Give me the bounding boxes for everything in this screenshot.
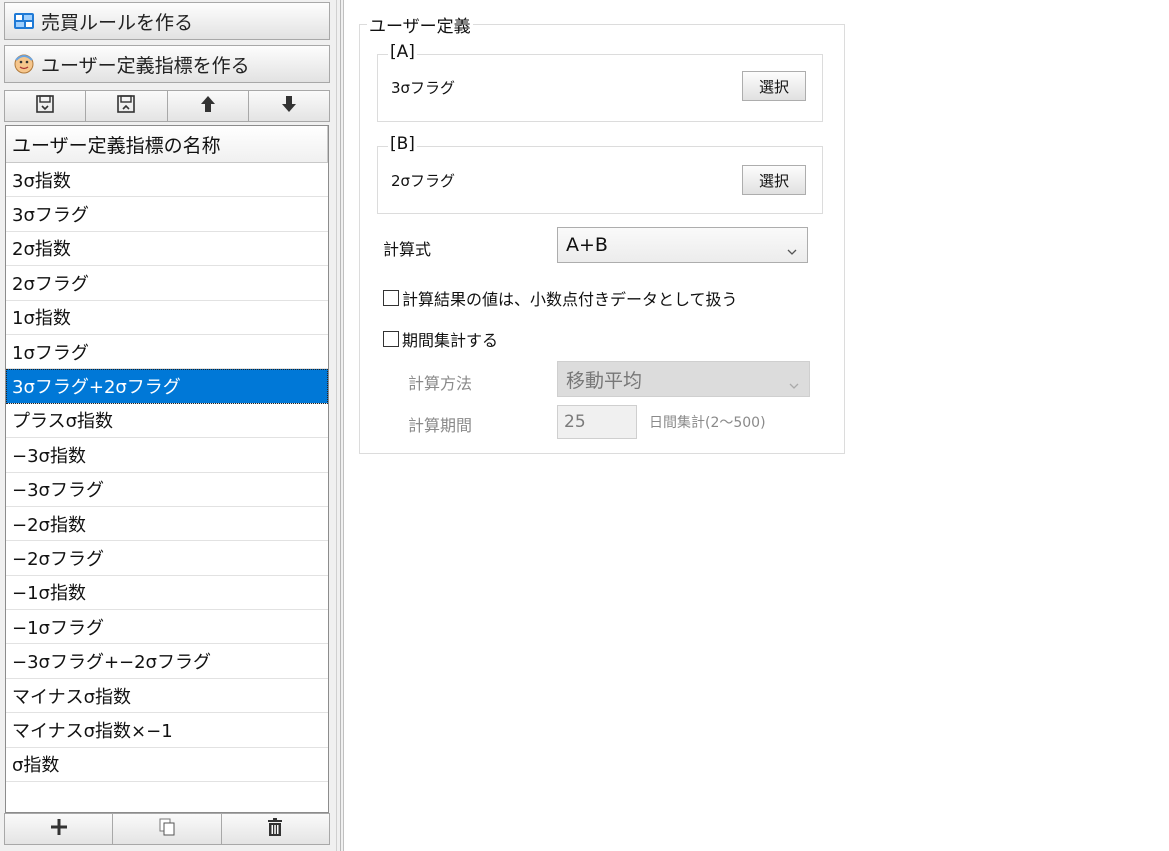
create-trade-rules-label: 売買ルールを作る bbox=[41, 11, 194, 34]
panel-splitter[interactable] bbox=[336, 0, 344, 851]
list-header[interactable]: ユーザー定義指標の名称 bbox=[6, 126, 328, 163]
period-checkbox[interactable] bbox=[383, 331, 399, 347]
select-a-button[interactable]: 選択 bbox=[742, 71, 806, 101]
formula-label: 計算式 bbox=[383, 240, 432, 259]
formula-dropdown[interactable]: A+B bbox=[557, 227, 808, 263]
group-b-legend: [B] bbox=[388, 134, 417, 154]
list-item[interactable]: 1σ指数 bbox=[6, 301, 328, 335]
list-rows: 3σ指数 3σフラグ 2σ指数 2σフラグ 1σ指数 1σフラグ 3σフラグ+2σフラグ プラ… bbox=[6, 163, 328, 783]
list-item[interactable]: σ指数 bbox=[6, 748, 328, 783]
left-panel: 売買ルールを作る ユーザー定義指標を作る ユーザー定義指標の名称 3σ指数 3σ… bbox=[0, 0, 336, 851]
list-item[interactable]: 1σフラグ bbox=[6, 335, 328, 370]
list-item[interactable]: −2σ指数 bbox=[6, 507, 328, 542]
list-item[interactable]: −3σ指数 bbox=[6, 438, 328, 473]
arrow-down-icon bbox=[278, 93, 300, 120]
calc-method-value: 移動平均 bbox=[566, 369, 643, 392]
list-item[interactable]: −1σ指数 bbox=[6, 576, 328, 611]
calc-method-label: 計算方法 bbox=[408, 374, 473, 393]
calc-period-input[interactable]: 25 bbox=[557, 405, 637, 439]
chevron-down-icon bbox=[787, 240, 797, 255]
create-user-indicator-label: ユーザー定義指標を作る bbox=[41, 54, 250, 77]
save-button[interactable] bbox=[5, 91, 87, 121]
list-toolbar bbox=[4, 90, 330, 122]
user-face-icon bbox=[13, 53, 35, 75]
decimal-checkbox-row[interactable]: 計算結果の値は、小数点付きデータとして扱う bbox=[383, 286, 738, 310]
list-item[interactable]: −3σフラグ+−2σフラグ bbox=[6, 644, 328, 679]
period-checkbox-row[interactable]: 期間集計する bbox=[383, 327, 498, 351]
decimal-checkbox-label: 計算結果の値は、小数点付きデータとして扱う bbox=[402, 290, 738, 309]
group-a-value: 3σフラグ bbox=[391, 79, 456, 97]
plus-icon bbox=[48, 816, 70, 843]
group-b-value: 2σフラグ bbox=[391, 172, 456, 190]
list-item[interactable]: −1σフラグ bbox=[6, 610, 328, 645]
list-action-toolbar bbox=[4, 813, 330, 845]
chevron-down-icon bbox=[789, 374, 799, 389]
copy-button[interactable] bbox=[113, 814, 222, 844]
formula-value: A+B bbox=[566, 234, 608, 256]
list-item[interactable]: 3σフラグ bbox=[6, 197, 328, 232]
trash-icon bbox=[264, 816, 286, 843]
save-icon bbox=[34, 93, 56, 120]
delete-button[interactable] bbox=[222, 814, 329, 844]
copy-icon bbox=[156, 816, 178, 843]
user-definition-legend: ユーザー定義 bbox=[367, 12, 473, 37]
right-panel: ユーザー定義 [A] 3σフラグ 選択 [B] 2σフラグ 選択 計算式 A+B… bbox=[345, 0, 1169, 851]
load-icon bbox=[115, 93, 137, 120]
load-button[interactable] bbox=[86, 91, 168, 121]
arrow-up-icon bbox=[197, 93, 219, 120]
list-item[interactable]: 3σフラグ+2σフラグ bbox=[6, 369, 328, 404]
list-item[interactable]: マイナスσ指数×−1 bbox=[6, 713, 328, 748]
list-item[interactable]: −3σフラグ bbox=[6, 473, 328, 507]
period-checkbox-label: 期間集計する bbox=[402, 331, 499, 350]
list-item[interactable]: プラスσ指数 bbox=[6, 404, 328, 439]
list-item[interactable]: 2σ指数 bbox=[6, 232, 328, 267]
group-a-legend: [A] bbox=[388, 42, 417, 62]
move-up-button[interactable] bbox=[168, 91, 249, 121]
calc-period-label: 計算期間 bbox=[408, 416, 473, 435]
select-b-button[interactable]: 選択 bbox=[742, 165, 806, 195]
list-item[interactable]: 2σフラグ bbox=[6, 266, 328, 301]
indicator-list[interactable]: ユーザー定義指標の名称 3σ指数 3σフラグ 2σ指数 2σフラグ 1σ指数 1σフラグ 3… bbox=[5, 125, 329, 813]
decimal-checkbox[interactable] bbox=[383, 290, 399, 306]
list-item[interactable]: −2σフラグ bbox=[6, 541, 328, 576]
list-item[interactable]: 3σ指数 bbox=[6, 163, 328, 198]
calc-period-unit: 日間集計(2〜500) bbox=[649, 415, 766, 431]
list-item[interactable]: マイナスσ指数 bbox=[6, 679, 328, 714]
add-button[interactable] bbox=[5, 814, 114, 844]
create-user-indicator-button[interactable]: ユーザー定義指標を作る bbox=[4, 45, 330, 83]
create-trade-rules-button[interactable]: 売買ルールを作る bbox=[4, 2, 330, 40]
move-down-button[interactable] bbox=[249, 91, 329, 121]
chart-rules-icon bbox=[13, 10, 35, 32]
calc-method-dropdown[interactable]: 移動平均 bbox=[557, 361, 810, 397]
